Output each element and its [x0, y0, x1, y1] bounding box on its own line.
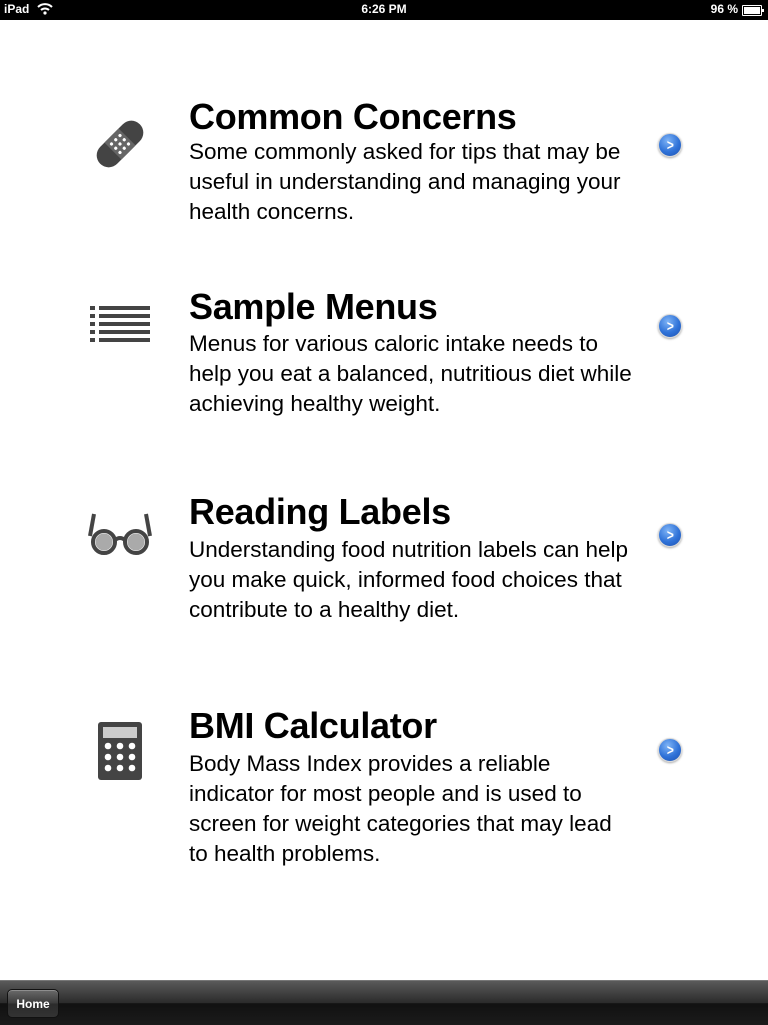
chevron-right-icon[interactable]: >	[658, 314, 682, 338]
chevron-right-icon[interactable]: >	[658, 738, 682, 762]
bandage-icon	[86, 112, 154, 176]
menu-item-description: Menus for various caloric intake needs t…	[189, 331, 632, 416]
list-icon	[86, 292, 154, 356]
home-button[interactable]: Home	[7, 989, 59, 1018]
bottom-toolbar: Home	[0, 980, 768, 1025]
status-time: 6:26 PM	[361, 2, 407, 16]
menu-item-title: Sample Menus	[189, 286, 438, 327]
menu-item-title: Common Concerns	[189, 96, 517, 137]
battery-icon	[742, 5, 764, 16]
menu-item-title: BMI Calculator	[189, 705, 437, 746]
calculator-icon	[86, 716, 154, 780]
menu-item-description: Some commonly asked for tips that may be…	[189, 139, 621, 224]
menu-item-title: Reading Labels	[189, 491, 451, 532]
menu-item-description: Body Mass Index provides a reliable indi…	[189, 751, 612, 866]
main-menu: Common Concerns Some commonly asked for …	[0, 20, 768, 980]
chevron-right-icon[interactable]: >	[658, 523, 682, 547]
menu-item-description: Understanding food nutrition labels can …	[189, 537, 629, 622]
battery-percent: 96 %	[710, 2, 738, 16]
chevron-right-icon[interactable]: >	[658, 133, 682, 157]
status-bar: iPad 6:26 PM 96 %	[0, 0, 768, 20]
glasses-icon	[86, 502, 154, 566]
